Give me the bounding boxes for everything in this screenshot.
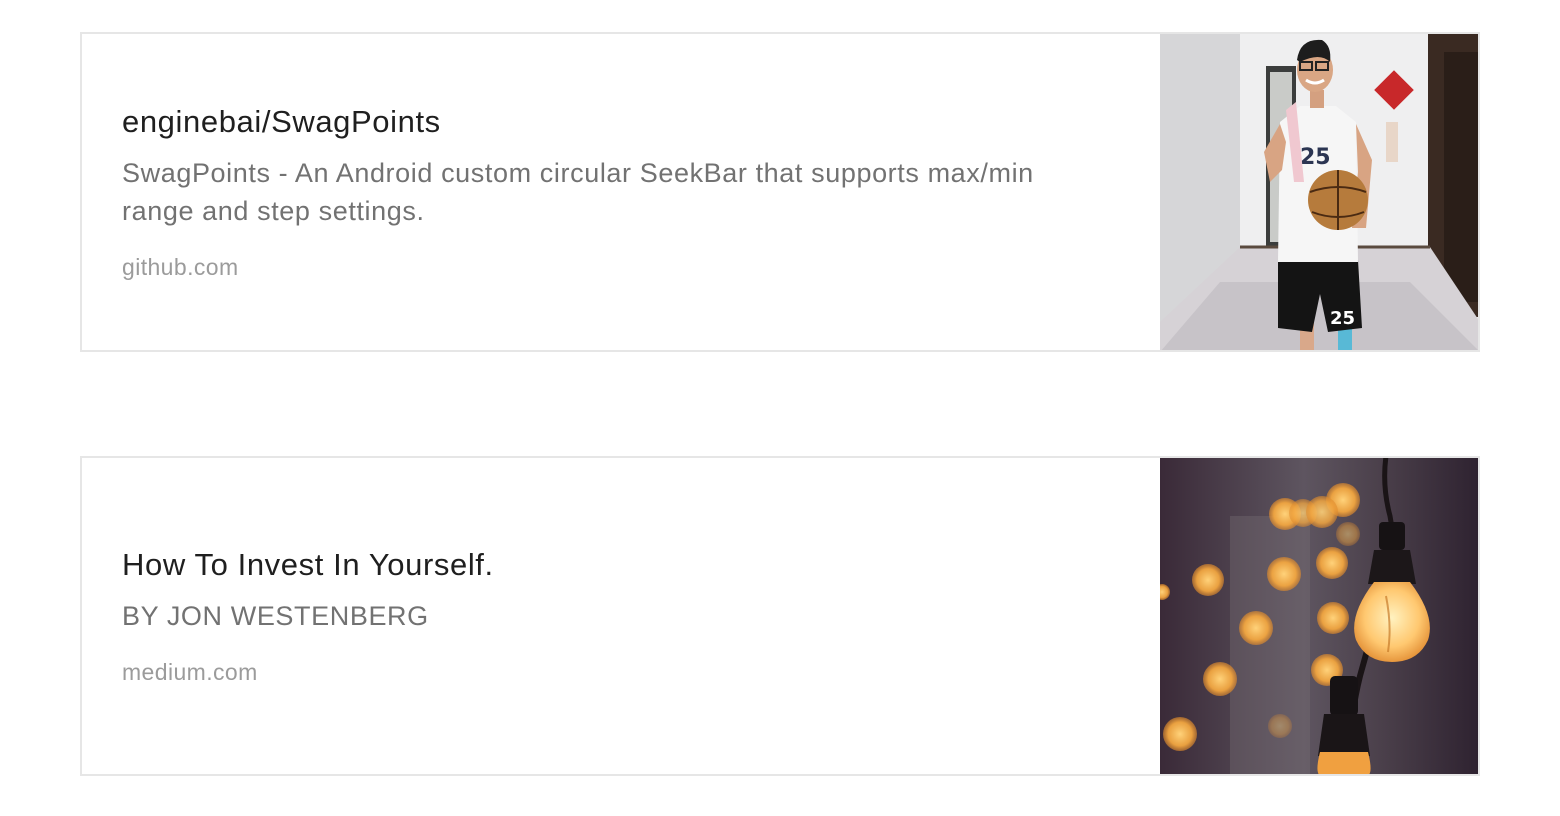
card-domain: medium.com xyxy=(122,659,258,685)
card-thumbnail-lightbulb[interactable] xyxy=(1160,458,1478,774)
card-description: BY JON WESTENBERG xyxy=(122,601,429,631)
svg-text:25: 25 xyxy=(1330,308,1355,329)
link-preview-card-swagpoints[interactable]: enginebai/SwagPoints SwagPoints - An And… xyxy=(80,32,1480,352)
card-text-area: enginebai/SwagPoints SwagPoints - An And… xyxy=(82,34,1160,350)
card-thumbnail-basketball-player[interactable]: 25 25 xyxy=(1160,34,1478,350)
svg-text:25: 25 xyxy=(1300,145,1331,170)
card-text-area: How To Invest In Yourself. BY JON WESTEN… xyxy=(82,458,1160,774)
card-title[interactable]: How To Invest In Yourself. xyxy=(122,545,1120,585)
card-title[interactable]: enginebai/SwagPoints xyxy=(122,102,1120,142)
card-domain: github.com xyxy=(122,254,239,280)
link-preview-card-invest-in-yourself[interactable]: How To Invest In Yourself. BY JON WESTEN… xyxy=(80,456,1480,776)
card-description: SwagPoints - An Android custom circular … xyxy=(122,158,1034,226)
